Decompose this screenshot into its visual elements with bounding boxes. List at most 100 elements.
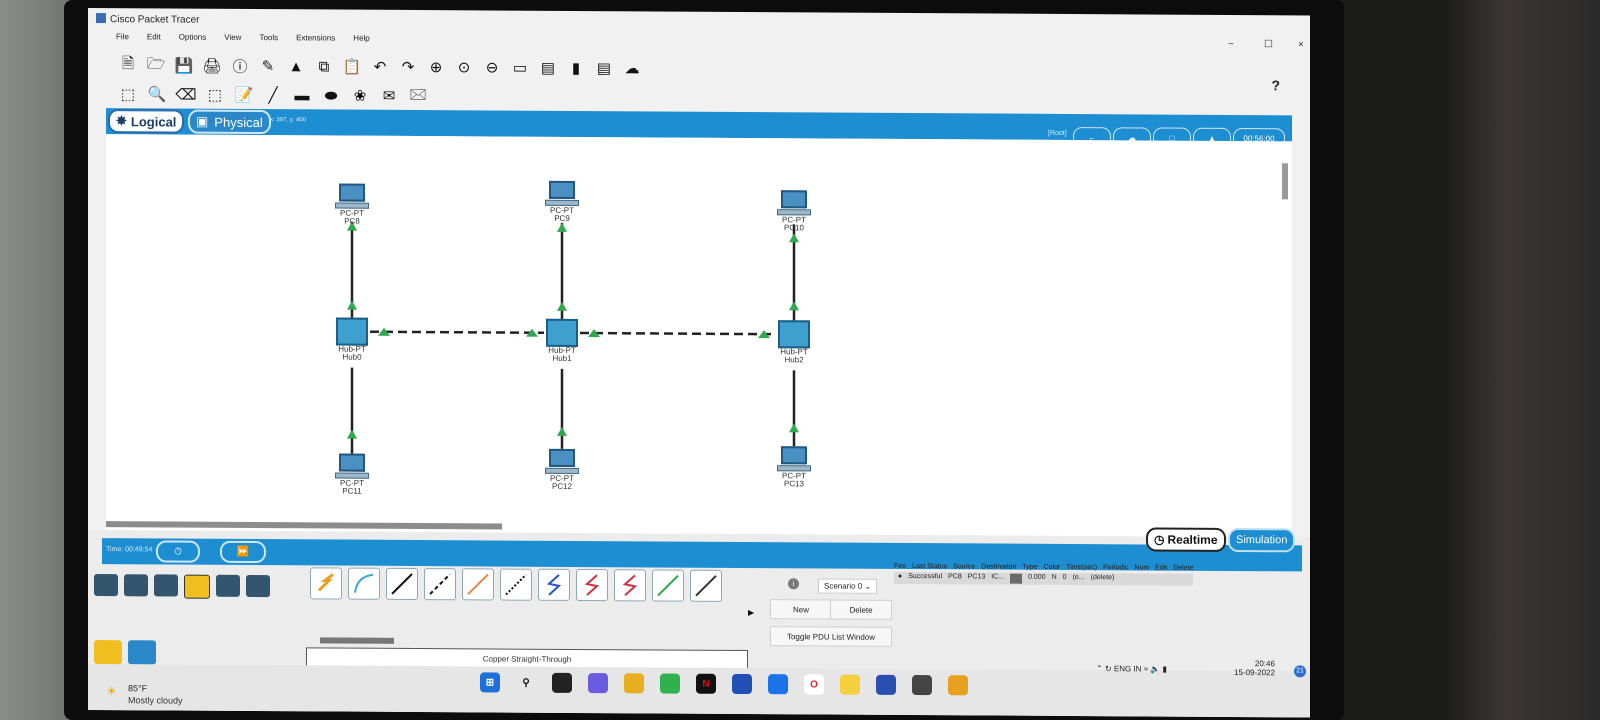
add-complex-pdu-icon[interactable]: 🖂: [408, 85, 428, 106]
info-icon[interactable]: i: [788, 578, 799, 590]
print-icon[interactable]: 🖨: [202, 56, 222, 76]
tab-logical[interactable]: ✸ Logical: [108, 109, 185, 134]
connections-subcategory-icon[interactable]: [94, 640, 122, 665]
delete-icon[interactable]: ⌫: [175, 85, 196, 105]
new-icon[interactable]: 🗎: [118, 55, 138, 75]
chevron-up-icon[interactable]: ⌃: [1096, 664, 1103, 673]
fast-forward-button[interactable]: ⏩: [220, 540, 266, 564]
netflix-icon[interactable]: N: [696, 673, 716, 694]
zoom-in-icon[interactable]: ⊕: [426, 57, 446, 77]
search-icon[interactable]: 🔍: [147, 84, 167, 104]
viewport-icon[interactable]: ▮: [566, 58, 586, 78]
phone-cable-icon[interactable]: [500, 568, 532, 601]
open-icon[interactable]: 🗁: [146, 55, 166, 75]
console-cable-icon[interactable]: [348, 567, 380, 600]
menu-extensions[interactable]: Extensions: [296, 33, 335, 47]
mail-icon[interactable]: [768, 674, 788, 695]
logical-workspace[interactable]: PC-PT PC8 PC-PT PC9 PC-PT PC10 Hub-PT Hu…: [106, 134, 1292, 538]
packet-tracer-icon[interactable]: [912, 675, 932, 696]
crossover-cable-icon[interactable]: [424, 568, 456, 601]
opera-icon[interactable]: O: [804, 674, 824, 695]
search-icon[interactable]: ⚲: [516, 673, 536, 693]
activity-wizard-icon[interactable]: ✎: [258, 56, 278, 76]
menu-tools[interactable]: Tools: [259, 33, 278, 47]
zoom-out-icon[interactable]: ⊖: [482, 57, 502, 77]
add-simple-pdu-icon[interactable]: ✉: [379, 86, 399, 106]
info-icon[interactable]: ⓘ: [230, 56, 250, 76]
sync-icon[interactable]: ↻: [1105, 664, 1112, 673]
device-hub2[interactable]: Hub-PT Hub2: [764, 320, 824, 364]
vertical-scrollbar[interactable]: [1282, 163, 1288, 200]
speaker-icon[interactable]: 🔈: [1150, 664, 1160, 673]
device-pc10[interactable]: PC-PT PC10: [764, 190, 824, 232]
coaxial-cable-icon[interactable]: [538, 568, 570, 601]
cable-scrollbar[interactable]: [320, 637, 394, 644]
delete-scenario-button[interactable]: Delete: [830, 599, 892, 620]
wifi-icon[interactable]: ≈: [1144, 664, 1148, 673]
serial-dte-cable-icon[interactable]: [614, 569, 646, 602]
copy-icon[interactable]: ⧉: [314, 56, 334, 76]
new-scenario-button[interactable]: New: [770, 599, 832, 620]
cluster-icon[interactable]: ▤: [594, 58, 614, 78]
chat-icon[interactable]: [588, 673, 608, 694]
zoom-reset-icon[interactable]: ⊙: [454, 57, 474, 77]
menu-file[interactable]: File: [116, 32, 129, 46]
device-hub0[interactable]: Hub-PT Hub0: [322, 317, 382, 362]
play-icon[interactable]: ▶: [748, 608, 754, 617]
browser-icon[interactable]: [840, 674, 860, 695]
pdu-edit[interactable]: (e...: [1073, 574, 1085, 584]
simulation-mode-button[interactable]: Simulation: [1228, 527, 1296, 553]
iot-cable-icon[interactable]: [690, 569, 722, 602]
whatsapp-icon[interactable]: [660, 673, 680, 694]
chrome-icon[interactable]: [948, 675, 968, 696]
maximize-button[interactable]: ☐: [1264, 39, 1273, 50]
line-icon[interactable]: ╱: [263, 85, 283, 105]
components-icon[interactable]: [154, 574, 178, 597]
drawing-palette-icon[interactable]: ▭: [510, 58, 530, 78]
automatic-cable-icon[interactable]: [310, 567, 342, 600]
power-cycle-button[interactable]: ⏱: [156, 540, 200, 563]
notification-badge[interactable]: 21: [1294, 665, 1306, 678]
minimize-button[interactable]: −: [1228, 39, 1234, 50]
grid-subcategory-icon[interactable]: [128, 640, 156, 665]
task-view-icon[interactable]: [552, 672, 572, 693]
pdu-fire-icon[interactable]: ●: [898, 573, 902, 583]
custom-devices-icon[interactable]: ▤: [538, 58, 558, 78]
straight-through-cable-icon[interactable]: [386, 567, 418, 601]
device-pc11[interactable]: PC-PT PC11: [322, 453, 382, 496]
file-explorer-icon[interactable]: [624, 673, 644, 694]
menu-view[interactable]: View: [224, 33, 241, 47]
note-icon[interactable]: 📝: [234, 85, 254, 105]
app-icon[interactable]: [732, 673, 752, 695]
start-icon[interactable]: ⊞: [480, 672, 500, 693]
network-info-icon[interactable]: ▲: [286, 56, 306, 76]
save-icon[interactable]: 💾: [174, 56, 194, 76]
language-indicator[interactable]: ENG IN: [1114, 664, 1144, 673]
resize-icon[interactable]: ⬚: [205, 85, 225, 105]
menu-options[interactable]: Options: [179, 33, 207, 47]
undo-icon[interactable]: ↶: [370, 57, 390, 77]
app-icon[interactable]: [876, 674, 896, 695]
system-clock[interactable]: 20:46 15-09-2022: [1234, 659, 1275, 677]
ellipse-icon[interactable]: ⬬: [321, 85, 341, 105]
device-pc9[interactable]: PC-PT PC9: [532, 180, 592, 223]
device-pc8[interactable]: PC-PT PC8: [322, 183, 382, 226]
battery-icon[interactable]: ▮: [1163, 665, 1167, 674]
pdu-delete[interactable]: (delete): [1091, 574, 1115, 584]
physical-icon[interactable]: ☁: [622, 58, 642, 78]
select-icon[interactable]: ⬚: [118, 84, 138, 104]
serial-dce-cable-icon[interactable]: [576, 568, 608, 602]
device-pc13[interactable]: PC-PT PC13: [764, 446, 824, 488]
scenario-select[interactable]: Scenario 0 ⌄: [818, 578, 878, 594]
misc-icon[interactable]: [216, 574, 240, 597]
help-icon[interactable]: ?: [1271, 77, 1280, 93]
redo-icon[interactable]: ↷: [398, 57, 418, 77]
device-pc12[interactable]: PC-PT PC12: [532, 448, 592, 491]
connections-icon[interactable]: [184, 574, 210, 599]
paste-icon[interactable]: 📋: [342, 57, 362, 77]
toggle-pdu-list-button[interactable]: Toggle PDU List Window: [770, 626, 892, 647]
menu-edit[interactable]: Edit: [147, 32, 161, 46]
freeform-icon[interactable]: ❀: [350, 86, 370, 106]
octal-cable-icon[interactable]: [652, 569, 684, 602]
rectangle-icon[interactable]: ▬: [292, 85, 312, 105]
